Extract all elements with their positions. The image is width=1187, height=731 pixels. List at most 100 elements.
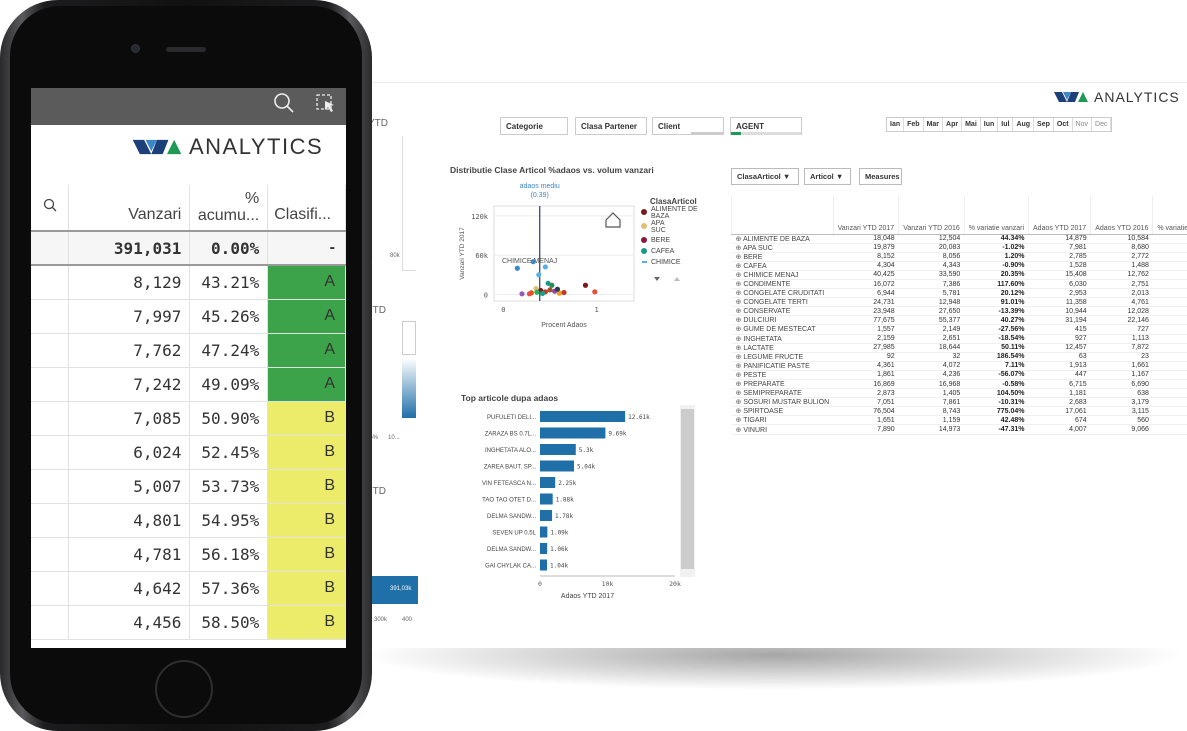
scrollbar-thumb[interactable] (681, 409, 694, 569)
expand-icon[interactable]: ⊕ (736, 236, 743, 243)
col-header[interactable]: Vanzari YTD 2016 (898, 196, 965, 235)
bar[interactable] (540, 543, 548, 554)
table-row[interactable]: 4,642 57.36% B (31, 571, 346, 606)
home-button[interactable] (155, 660, 213, 718)
col-header[interactable]: % variatie adaos (1152, 196, 1187, 235)
col-header[interactable]: % variatie vanzari (963, 196, 1029, 235)
bar[interactable] (540, 411, 626, 422)
legend-item[interactable]: CHIMICE (651, 259, 681, 266)
dimension-clasa-articol[interactable]: ClasaArticol ▼ (731, 168, 799, 185)
table-row[interactable]: ⊕ VINURI7,89014,973-47.31%4,0079,066-55.… (731, 424, 1187, 435)
data-point[interactable] (592, 289, 598, 295)
table-row[interactable]: 7,242 49.09% A (31, 367, 346, 402)
table-row[interactable]: ⊕ GUME DE MESTECAT 1,557 2,149 -27.56% 415 72… (731, 324, 1187, 335)
filter-clasa-partener[interactable]: Clasa Partener (575, 117, 647, 135)
table-row[interactable]: ⊕ CAFEA4,3044,343-0.90%1,5281,4882.66 (731, 261, 1187, 271)
table-row[interactable]: 7,762 47.24% A (31, 333, 346, 368)
data-point[interactable] (542, 264, 548, 270)
table-row[interactable]: ⊕ PANIFICATIE PASTE 4,361 4,072 7.11% 1,913 1… (731, 361, 1187, 371)
table-row[interactable]: 4,801 54.95% B (31, 503, 346, 538)
data-point[interactable] (526, 291, 533, 297)
data-point[interactable] (539, 290, 546, 297)
table-row[interactable]: ⊕ PESTE1,8614,236-56.07%4471,167-61.74 (731, 370, 1187, 381)
col-header[interactable]: Adaos YTD 2016 (1090, 196, 1153, 235)
legend-up-icon[interactable] (674, 277, 680, 281)
table-row[interactable]: ⊕ PREPARATE16,86916,968-0.58%6,7156,6900… (731, 379, 1187, 390)
month-sep[interactable]: Sep (1034, 118, 1054, 131)
table-row[interactable]: ⊕ CONSERVATE 23,948 27,650 -13.39% 10,944 12,… (731, 306, 1187, 317)
search-icon[interactable] (269, 92, 299, 122)
legend-item[interactable]: APA (651, 220, 665, 227)
data-point[interactable] (554, 286, 561, 292)
month-iun[interactable]: Iun (981, 118, 999, 131)
legend-item[interactable]: CAFEA (651, 248, 675, 255)
table-row[interactable]: ⊕ CONGELATE CRUDITATI 6,944 5,781 20.12% 2,9… (731, 288, 1187, 299)
month-oct[interactable]: Oct (1054, 118, 1073, 131)
data-point[interactable] (561, 289, 567, 296)
table-row[interactable]: ⊕ CONDIMENTE 16,072 7,386 117.60% 6,030 2,751… (731, 279, 1187, 290)
bar[interactable] (540, 444, 576, 455)
filter-categorie[interactable]: Categorie (500, 117, 568, 135)
table-row[interactable]: ⊕ SPIRTOASE 76,504 8,743 775.04% 17,061 3,115… (731, 406, 1187, 417)
bar[interactable] (540, 510, 553, 521)
bar[interactable] (540, 460, 575, 472)
month-mai[interactable]: Mai (962, 118, 981, 131)
header-procent[interactable]: % acumu... (189, 185, 269, 232)
table-row[interactable]: ⊕ APA SUC19,87920,083-1.02%7,9818,680-8.… (731, 243, 1187, 253)
data-point[interactable] (582, 282, 589, 288)
bar-chart[interactable]: PUFULETI DELI... 12.61k ZARAZA BS 0.7L... 9… (450, 405, 695, 615)
bar[interactable] (540, 427, 606, 439)
data-point[interactable] (547, 287, 553, 293)
table-row[interactable]: ⊕ TIGARI1,6511,15942.48%67456020.19 (731, 415, 1187, 426)
table-row[interactable]: ⊕ LEGUME FRUCTE9232186.54%6323172.89 (731, 352, 1187, 362)
scatter-chart[interactable]: 120k 60k 0 0 1 adaos mediu (0.39) CHIMICE MENAJ… (450, 178, 730, 368)
month-nov[interactable]: Nov (1073, 118, 1093, 131)
bar[interactable] (540, 559, 548, 571)
table-row[interactable]: ⊕ ALIMENTE DE BAZA 18,048 12,504 44.34% 14,8… (731, 234, 1187, 244)
filter-agent[interactable]: AGENT (730, 117, 802, 135)
bar[interactable] (540, 526, 548, 538)
expand-icon[interactable]: ⊕ (736, 245, 743, 252)
table-row[interactable]: 6,024 52.45% B (31, 435, 346, 470)
selection-icon[interactable] (311, 92, 341, 122)
table-row[interactable]: 5,007 53.73% B (31, 469, 346, 504)
month-apr[interactable]: Apr (943, 118, 963, 131)
data-point[interactable] (530, 259, 536, 265)
header-clasificare[interactable]: Clasifi... (267, 185, 346, 232)
month-dec[interactable]: Dec (1092, 118, 1112, 131)
table-row[interactable]: ⊕ CHIMICE MENAJ 40,425 33,590 20.35% 15,408 1… (731, 270, 1187, 280)
table-row[interactable]: 8,129 43.21% A (31, 265, 346, 300)
table-row[interactable]: 7,997 45.26% A (31, 299, 346, 334)
bar[interactable] (540, 493, 553, 505)
data-point[interactable] (534, 289, 540, 295)
measures-tag[interactable]: Measures (859, 168, 902, 185)
legend-down-icon[interactable] (654, 277, 660, 281)
table-search-icon[interactable] (31, 185, 70, 232)
month-mar[interactable]: Mar (924, 118, 944, 131)
table-row[interactable]: 7,085 50.90% B (31, 401, 346, 436)
data-point[interactable] (536, 272, 542, 278)
table-row[interactable]: ⊕ SOSURI MUSTAR BULION 7,051 7,861 -10.31% 2… (731, 397, 1187, 408)
legend-item[interactable]: ALIMENTE DE (651, 206, 698, 213)
table-row[interactable]: ⊕ BERE8,1528,0561.20%2,7852,7720.48 (731, 252, 1187, 262)
data-point[interactable] (549, 282, 555, 288)
data-point[interactable] (514, 265, 520, 271)
table-row[interactable]: 4,456 58.50% B (31, 605, 346, 640)
table-row[interactable]: ⊕ DULCIURI 77,675 55,377 40.27% 31,194 22,146… (731, 315, 1187, 326)
dimension-articol[interactable]: Articol ▼ (804, 168, 851, 185)
month-ian[interactable]: Ian (887, 118, 905, 131)
table-row[interactable]: ⊕ CONGELATE TERTI 24,731 12,948 91.01% 11,35… (731, 297, 1187, 308)
home-icon[interactable] (605, 212, 621, 228)
table-row[interactable]: ⊕ SEMIPREPARATE 2,873 1,405 104.50% 1,181 638… (731, 388, 1187, 399)
legend-item[interactable]: BERE (651, 237, 670, 244)
month-aug[interactable]: Aug (1013, 118, 1035, 131)
month-iul[interactable]: Iul (998, 118, 1014, 131)
header-vanzari[interactable]: Vanzari (68, 185, 191, 232)
bar[interactable] (540, 477, 556, 488)
col-header[interactable]: Adaos YTD 2017 (1028, 196, 1091, 235)
table-row[interactable]: ⊕ LACTATE27,98518,64450.11%12,4577,87258… (731, 343, 1187, 353)
table-row[interactable]: 4,781 56.18% B (31, 537, 346, 572)
month-feb[interactable]: Feb (904, 118, 924, 131)
table-row[interactable]: ⊕ INGHETATA2,1592,651-18.54%9271,113-16.… (731, 334, 1187, 344)
data-point[interactable] (519, 291, 525, 297)
